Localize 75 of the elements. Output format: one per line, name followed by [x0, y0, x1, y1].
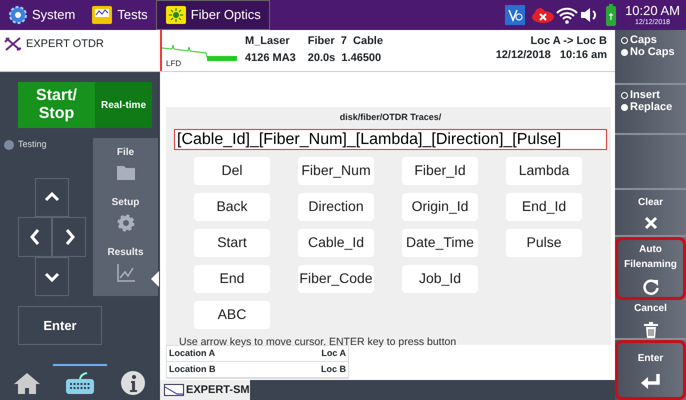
radio-option[interactable]: Replace	[621, 101, 680, 113]
info-text: 12/12/2018 10:16 am	[496, 48, 607, 62]
gear-icon	[8, 5, 28, 25]
arrow-key[interactable]	[35, 178, 69, 216]
bottom-tab[interactable]: EXPERT-SM	[160, 380, 250, 400]
key-button[interactable]: End_Id	[506, 192, 582, 220]
tests-icon	[91, 5, 114, 25]
tab[interactable]: Fiber Optics	[156, 0, 270, 30]
home-icon	[12, 371, 41, 395]
app-title: EXPERT OTDR	[26, 37, 104, 52]
menu-item[interactable]: Results	[93, 244, 158, 294]
status-label: Testing	[18, 138, 47, 151]
action-button[interactable]: Enter	[615, 340, 686, 400]
key-button[interactable]: Start	[194, 228, 270, 256]
location-label: Location A	[169, 347, 216, 360]
trash-icon	[642, 322, 658, 338]
start-stop-button[interactable]: Start/ Stop	[18, 82, 95, 128]
arrow-key[interactable]	[52, 216, 86, 256]
cloud-error-icon	[531, 7, 556, 23]
key-button[interactable]: Fiber_Id	[402, 156, 478, 184]
location-label: Location B	[169, 363, 216, 376]
location-value: Loc B	[320, 363, 346, 376]
tools-icon	[4, 36, 22, 52]
info-text: 20.0s 1.46500	[308, 50, 382, 66]
key-button[interactable]: Pulse	[506, 228, 582, 256]
sun-icon	[164, 5, 187, 25]
info-text: Fiber 7 Cable	[308, 34, 383, 49]
info-text: 4126 MA3	[245, 50, 296, 66]
key-button[interactable]: Direction	[298, 192, 374, 220]
menu-item[interactable]: Setup	[93, 194, 158, 244]
info-text: M_Laser	[245, 34, 291, 49]
key-button[interactable]: Del	[194, 156, 270, 184]
trace-label: LFD	[166, 58, 182, 70]
battery-icon	[605, 3, 618, 27]
action-button[interactable]: Cancel	[615, 300, 686, 340]
action-button[interactable]: Auto Filenaming	[615, 237, 686, 300]
arrow-key[interactable]	[18, 216, 52, 256]
trace-icon	[164, 384, 184, 396]
refresh-icon	[642, 278, 660, 296]
key-button[interactable]: Fiber_Code	[298, 264, 374, 292]
path-text: disk/fiber/OTDR Traces/	[338, 111, 442, 124]
time-text: 10:20 AM	[625, 4, 680, 17]
key-button[interactable]: Fiber_Num	[298, 156, 374, 184]
folder-icon	[116, 163, 136, 183]
action-button[interactable]: Clear	[615, 190, 686, 237]
close-icon	[644, 216, 658, 230]
key-button[interactable]: Lambda	[506, 156, 582, 184]
realtime-button[interactable]: Real-time	[95, 82, 152, 128]
key-button[interactable]: Origin_Id	[402, 192, 478, 220]
chart-icon	[116, 263, 136, 283]
info-text: Loc A -> Loc B	[530, 34, 607, 48]
menu-item[interactable]: File	[93, 144, 158, 194]
info-icon	[120, 370, 146, 396]
key-button[interactable]: End	[194, 264, 270, 292]
gear-icon	[116, 213, 136, 233]
key-button[interactable]: Cable_Id	[298, 228, 374, 256]
arrow-key[interactable]	[35, 256, 69, 296]
key-button[interactable]: Back	[194, 192, 270, 220]
v-icon	[505, 5, 526, 25]
radio-option[interactable]: Caps	[621, 34, 680, 46]
radio-option[interactable]: Insert	[621, 89, 680, 101]
filename-field[interactable]: [Cable_Id]_[Fiber_Num]_[Lambda]_[Direction]_[Pulse]	[174, 129, 607, 150]
return-icon	[640, 372, 662, 390]
keyboard-icon	[64, 370, 95, 396]
key-button[interactable]: ABC	[194, 300, 270, 328]
tab[interactable]: Tests	[83, 0, 156, 30]
tab[interactable]: System	[0, 0, 84, 30]
location-value: Loc A	[321, 347, 346, 360]
enter-button[interactable]: Enter	[18, 306, 102, 345]
key-button[interactable]: Date_Time	[402, 228, 478, 256]
radio-option[interactable]: No Caps	[621, 46, 680, 58]
hint-text: Use arrow keys to move cursor, ENTER key to press button	[179, 334, 458, 350]
bottom-tab-label: EXPERT-SM	[186, 382, 250, 398]
key-button[interactable]: Job_Id	[402, 264, 478, 292]
wifi-icon	[555, 5, 580, 25]
